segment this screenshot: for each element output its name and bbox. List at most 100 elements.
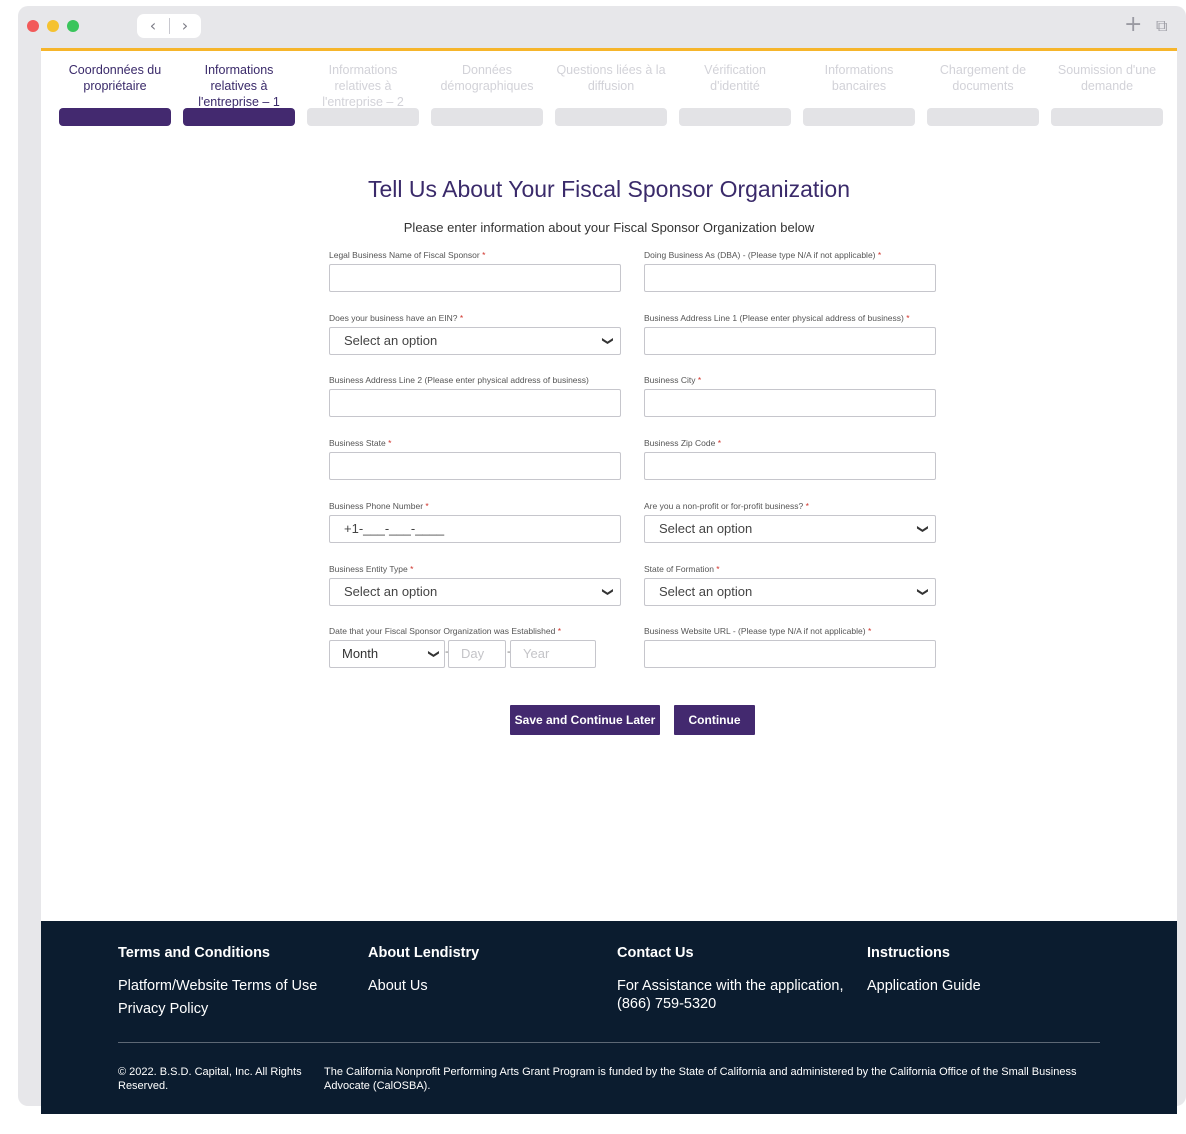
city-input[interactable] [644, 389, 936, 417]
field-label: Business Address Line 1 (Please enter ph… [644, 313, 910, 323]
field-label: Business Phone Number * [329, 501, 429, 511]
website-field: Business Website URL - (Please type N/A … [644, 624, 936, 668]
ein-selected-value: Select an option [344, 333, 438, 348]
footer-terms-column: Terms and Conditions Platform/Website Te… [118, 945, 358, 1018]
chevron-down-icon: ❯ [601, 587, 615, 597]
step-owner-details[interactable]: Coordonnées du propriétaire [59, 62, 171, 94]
progress-bar-segment [679, 108, 791, 126]
progress-bar-segment [1051, 108, 1163, 126]
legal-name-field: Legal Business Name of Fiscal Sponsor * [329, 248, 621, 292]
established-month-select[interactable]: Month ❯ [329, 640, 445, 668]
step-identity-verification: Vérification d'identité [704, 63, 766, 93]
top-accent-line [41, 48, 1177, 51]
entity-type-select[interactable]: Select an option ❯ [329, 578, 621, 606]
step-business-info-1[interactable]: Informations relatives à l'entreprise – … [183, 62, 295, 110]
progress-bar-segment [555, 108, 667, 126]
minimize-window-button[interactable] [47, 20, 59, 32]
footer: Terms and Conditions Platform/Website Te… [41, 921, 1177, 1114]
established-date-field: Date that your Fiscal Sponsor Organizati… [329, 624, 621, 638]
zoom-window-button[interactable] [67, 20, 79, 32]
chevron-left-icon[interactable]: ‹ [137, 14, 169, 38]
browser-window: ‹ › + ⧉ Coordonnées du propriétaire Info… [18, 6, 1186, 1114]
step-banking-info: Informations bancaires [824, 63, 894, 93]
ein-select[interactable]: Select an option ❯ [329, 327, 621, 355]
about-us-link[interactable]: About Us [368, 977, 608, 995]
dba-field: Doing Business As (DBA) - (Please type N… [644, 248, 936, 292]
address2-input[interactable] [329, 389, 621, 417]
address2-field: Business Address Line 2 (Please enter ph… [329, 373, 621, 417]
footer-heading: About Lendistry [368, 945, 480, 961]
title-bar: ‹ › + ⧉ [18, 6, 1186, 46]
established-year-input[interactable]: Year [510, 640, 596, 668]
footer-heading: Instructions [867, 945, 950, 961]
profit-type-selected-value: Select an option [659, 521, 753, 536]
address1-input[interactable] [644, 327, 936, 355]
progress-bar-segment [59, 108, 171, 126]
field-label: Are you a non-profit or for-profit busin… [644, 501, 809, 511]
step-demographics: Données démographiques [440, 63, 534, 93]
field-label: Business Website URL - (Please type N/A … [644, 626, 872, 636]
plus-icon[interactable]: + [1124, 12, 1142, 37]
footer-about-column: About Lendistry About Us [368, 945, 608, 995]
field-label: Business City * [644, 375, 702, 385]
field-label: Business Zip Code * [644, 438, 722, 448]
footer-instructions-column: Instructions Application Guide [867, 945, 1107, 995]
progress-bar-segment [803, 108, 915, 126]
continue-button[interactable]: Continue [674, 705, 755, 735]
terms-of-use-link[interactable]: Platform/Website Terms of Use [118, 977, 358, 995]
footer-heading: Contact Us [617, 945, 694, 961]
page-subtitle: Please enter information about your Fisc… [403, 220, 815, 235]
chevron-down-icon: ❯ [601, 336, 615, 346]
month-selected-value: Month [342, 646, 379, 661]
field-label: Business Entity Type * [329, 564, 414, 574]
tabs-overview-icon[interactable]: ⧉ [1156, 16, 1167, 36]
chevron-right-icon[interactable]: › [169, 14, 201, 38]
field-label: Doing Business As (DBA) - (Please type N… [644, 250, 882, 260]
established-day-input[interactable]: Day [448, 640, 506, 668]
page-content: Coordonnées du propriétaire Informations… [41, 48, 1177, 1114]
save-and-continue-later-button[interactable]: Save and Continue Later [510, 705, 660, 735]
address1-field: Business Address Line 1 (Please enter ph… [644, 311, 936, 355]
field-label: Does your business have an EIN? * [329, 313, 464, 323]
application-guide-link[interactable]: Application Guide [867, 977, 1107, 995]
phone-field: Business Phone Number * +1-___-___-____ [329, 499, 621, 543]
page-title: Tell Us About Your Fiscal Sponsor Organi… [368, 176, 850, 202]
step-business-info-2: Informations relatives à l'entreprise – … [322, 63, 404, 109]
footer-divider [118, 1042, 1100, 1043]
dba-input[interactable] [644, 264, 936, 292]
zip-input[interactable] [644, 452, 936, 480]
entity-type-field: Business Entity Type * Select an option ❯ [329, 562, 621, 606]
progress-bar-segment [927, 108, 1039, 126]
step-submission: Soumission d'une demande [1057, 63, 1157, 93]
history-nav: ‹ › [137, 14, 201, 38]
progress-bar-segment [307, 108, 419, 126]
field-label: Business Address Line 2 (Please enter ph… [329, 375, 589, 385]
step-outreach-questions: Questions liées à la diffusion [556, 63, 666, 93]
zip-field: Business Zip Code * [644, 436, 936, 480]
entity-type-selected-value: Select an option [344, 584, 438, 599]
profit-type-select[interactable]: Select an option ❯ [644, 515, 936, 543]
privacy-policy-link[interactable]: Privacy Policy [118, 1000, 358, 1018]
phone-input[interactable]: +1-___-___-____ [329, 515, 621, 543]
profit-type-field: Are you a non-profit or for-profit busin… [644, 499, 936, 543]
chevron-down-icon: ❯ [427, 649, 441, 659]
website-input[interactable] [644, 640, 936, 668]
formation-state-select[interactable]: Select an option ❯ [644, 578, 936, 606]
copyright-text: © 2022. B.S.D. Capital, Inc. All Rights … [118, 1066, 302, 1092]
contact-text: For Assistance with the application, (86… [617, 978, 844, 1012]
footer-contact-column: Contact Us For Assistance with the appli… [617, 945, 857, 1013]
city-field: Business City * [644, 373, 936, 417]
field-label: Date that your Fiscal Sponsor Organizati… [329, 626, 561, 636]
step-document-upload: Chargement de documents [939, 63, 1027, 93]
formation-state-field: State of Formation * Select an option ❯ [644, 562, 936, 606]
legal-name-input[interactable] [329, 264, 621, 292]
progress-bar-segment [431, 108, 543, 126]
close-window-button[interactable] [27, 20, 39, 32]
footer-heading: Terms and Conditions [118, 945, 270, 961]
state-input[interactable] [329, 452, 621, 480]
ein-field: Does your business have an EIN? * Select… [329, 311, 621, 355]
field-label: Legal Business Name of Fiscal Sponsor * [329, 250, 486, 260]
chevron-down-icon: ❯ [916, 524, 930, 534]
field-label: Business State * [329, 438, 392, 448]
field-label: State of Formation * [644, 564, 720, 574]
